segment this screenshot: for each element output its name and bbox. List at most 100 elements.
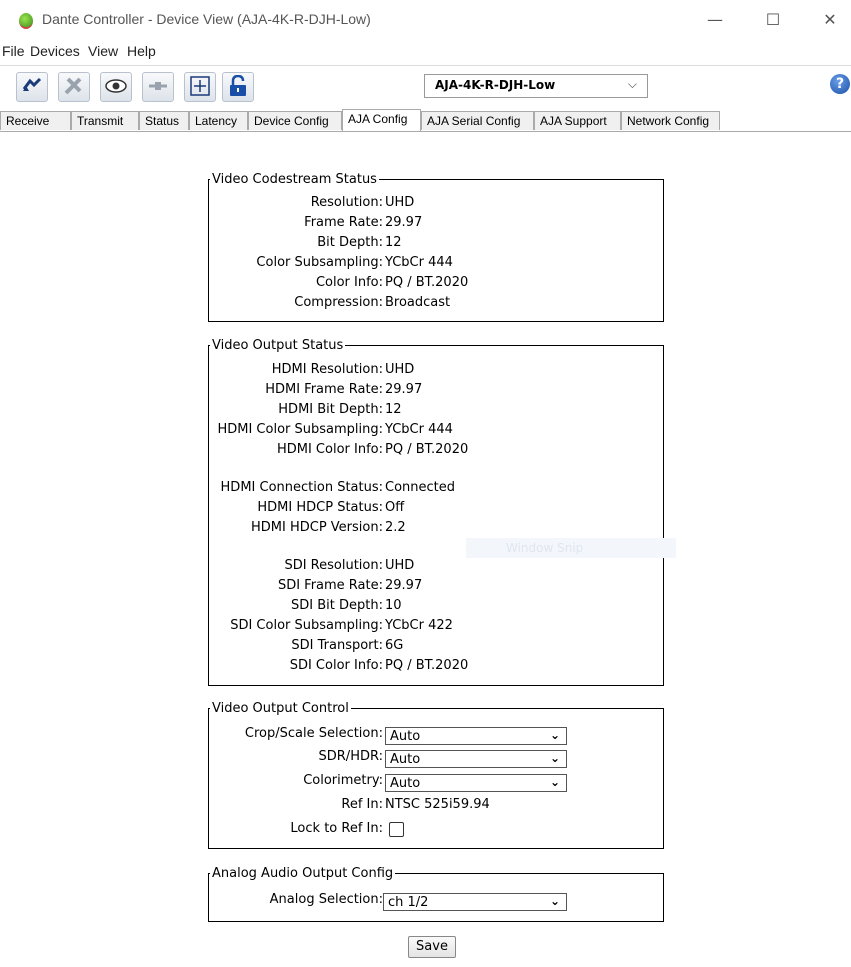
ref-in-label: Ref In:: [341, 797, 383, 812]
device-settings-button[interactable]: [58, 72, 90, 102]
menu-help[interactable]: Help: [127, 43, 156, 59]
tab-receive[interactable]: Receive: [0, 111, 71, 130]
save-button[interactable]: Save: [408, 936, 456, 958]
output-status-label-row: HDMI Bit Depth:: [208, 402, 383, 420]
output-status-value: YCbCr 444: [385, 422, 453, 437]
output-status-value: Off: [385, 500, 405, 515]
codestream-label-row: Compression:: [208, 295, 383, 313]
tab-device-config[interactable]: Device Config: [248, 111, 342, 130]
add-button[interactable]: [184, 72, 216, 102]
tab-aja-support[interactable]: AJA Support: [534, 111, 621, 130]
output-status-label: HDMI Resolution:: [271, 362, 383, 377]
tab-aja-config[interactable]: AJA Config: [342, 109, 421, 131]
dante-app-icon: [19, 13, 33, 29]
codestream-value: 12: [385, 235, 402, 250]
output-control-legend: Video Output Control: [212, 701, 349, 716]
output-status-value: UHD: [385, 362, 415, 377]
output-status-label-row: HDMI Resolution:: [208, 362, 383, 380]
ref-in-label-row: Ref In:: [208, 797, 383, 815]
lock-to-ref-checkbox[interactable]: [389, 822, 404, 837]
tools-icon: [64, 77, 82, 95]
output-status-label-row: HDMI HDCP Version:: [208, 520, 383, 538]
tab-status[interactable]: Status: [139, 111, 189, 130]
codestream-label-row: Frame Rate:: [208, 215, 383, 233]
output-status-label-row: HDMI Connection Status:: [208, 480, 383, 498]
tab-aja-serial-config[interactable]: AJA Serial Config: [421, 111, 534, 130]
codestream-label-row: Color Subsampling:: [208, 255, 383, 273]
sdr-hdr-value: Auto: [390, 752, 421, 767]
codestream-status-legend: Video Codestream Status: [212, 172, 377, 187]
menu-devices[interactable]: Devices: [30, 43, 80, 59]
output-status-label-row: SDI Color Subsampling:: [208, 618, 383, 636]
output-status-value: UHD: [385, 558, 415, 573]
output-status-value: 10: [385, 598, 402, 613]
analog-selection-label: Analog Selection:: [269, 892, 383, 907]
menu-file[interactable]: File: [2, 43, 25, 59]
output-status-value: Connected: [385, 480, 456, 495]
colorimetry-label-row: Colorimetry:: [208, 773, 383, 791]
close-button[interactable]: ✕: [815, 8, 845, 32]
output-status-label: HDMI HDCP Status:: [257, 500, 383, 515]
sdr-hdr-select[interactable]: Auto ⌄: [385, 750, 567, 768]
lock-icon: [230, 75, 246, 96]
tab-latency[interactable]: Latency: [189, 111, 248, 130]
output-status-label: HDMI Bit Depth:: [278, 402, 383, 417]
device-select[interactable]: AJA-4K-R-DJH-Low ⌵: [424, 74, 648, 98]
output-status-label: SDI Resolution:: [284, 558, 383, 573]
output-status-value: 2.2: [385, 520, 406, 535]
output-status-value: YCbCr 422: [385, 618, 453, 633]
chevron-down-icon: ⌄: [549, 728, 560, 742]
codestream-value: YCbCr 444: [385, 255, 453, 270]
crop-scale-value: Auto: [390, 729, 421, 744]
colorimetry-select[interactable]: Auto ⌄: [385, 774, 567, 792]
codestream-value: Broadcast: [385, 295, 451, 310]
minimize-button[interactable]: —: [700, 8, 730, 32]
output-status-label: SDI Color Subsampling:: [230, 618, 383, 633]
colorimetry-value: Auto: [390, 776, 421, 791]
identify-button[interactable]: [100, 72, 132, 102]
output-status-label: HDMI Connection Status:: [220, 480, 383, 495]
refresh-button[interactable]: [16, 72, 48, 102]
connect-button[interactable]: [142, 72, 174, 102]
codestream-label: Resolution:: [310, 195, 383, 210]
tab-bar: Receive Transmit Status Latency Device C…: [0, 109, 851, 132]
tab-network-config[interactable]: Network Config: [621, 111, 720, 130]
output-status-value: 29.97: [385, 382, 423, 397]
codestream-label-row: Resolution:: [208, 195, 383, 213]
window-snip-overlay: Window Snip: [466, 538, 676, 558]
analog-selection-select[interactable]: ch 1/2 ⌄: [383, 893, 567, 911]
plug-icon: [149, 82, 167, 90]
crop-scale-select[interactable]: Auto ⌄: [385, 727, 567, 745]
output-status-value: 6G: [385, 638, 404, 653]
maximize-button[interactable]: ☐: [758, 8, 788, 32]
codestream-label: Color Info:: [315, 275, 383, 290]
colorimetry-label: Colorimetry:: [303, 773, 383, 788]
analog-selection-label-row: Analog Selection:: [208, 892, 383, 910]
output-status-label: HDMI Frame Rate:: [265, 382, 383, 397]
crop-scale-label: Crop/Scale Selection:: [244, 726, 383, 741]
eye-icon: [105, 79, 127, 93]
grid-plus-icon: [190, 76, 210, 96]
output-status-legend: Video Output Status: [212, 338, 344, 353]
output-status-label-row: SDI Resolution:: [208, 558, 383, 576]
lock-button[interactable]: [222, 72, 254, 102]
output-status-value: 29.97: [385, 578, 423, 593]
codestream-value: 29.97: [385, 215, 423, 230]
codestream-label-row: Color Info:: [208, 275, 383, 293]
sdr-hdr-label: SDR/HDR:: [318, 749, 383, 764]
analog-audio-legend: Analog Audio Output Config: [212, 866, 394, 881]
window-title: Dante Controller - Device View (AJA-4K-R…: [42, 11, 371, 27]
lock-ref-label-row: Lock to Ref In:: [208, 821, 383, 839]
output-status-value: PQ / BT.2020: [385, 442, 469, 457]
output-status-label-row: SDI Frame Rate:: [208, 578, 383, 596]
output-status-label: HDMI Color Subsampling:: [217, 422, 383, 437]
help-icon[interactable]: ?: [830, 74, 850, 94]
chevron-down-icon: ⌄: [549, 751, 560, 765]
menu-view[interactable]: View: [88, 43, 118, 59]
refresh-icon: [22, 77, 42, 91]
title-bar: Dante Controller - Device View (AJA-4K-R…: [0, 0, 851, 40]
output-status-label-row: SDI Transport:: [208, 638, 383, 656]
output-status-label-row: HDMI Frame Rate:: [208, 382, 383, 400]
tab-transmit[interactable]: Transmit: [71, 111, 139, 130]
output-status-label: SDI Frame Rate:: [277, 578, 383, 593]
